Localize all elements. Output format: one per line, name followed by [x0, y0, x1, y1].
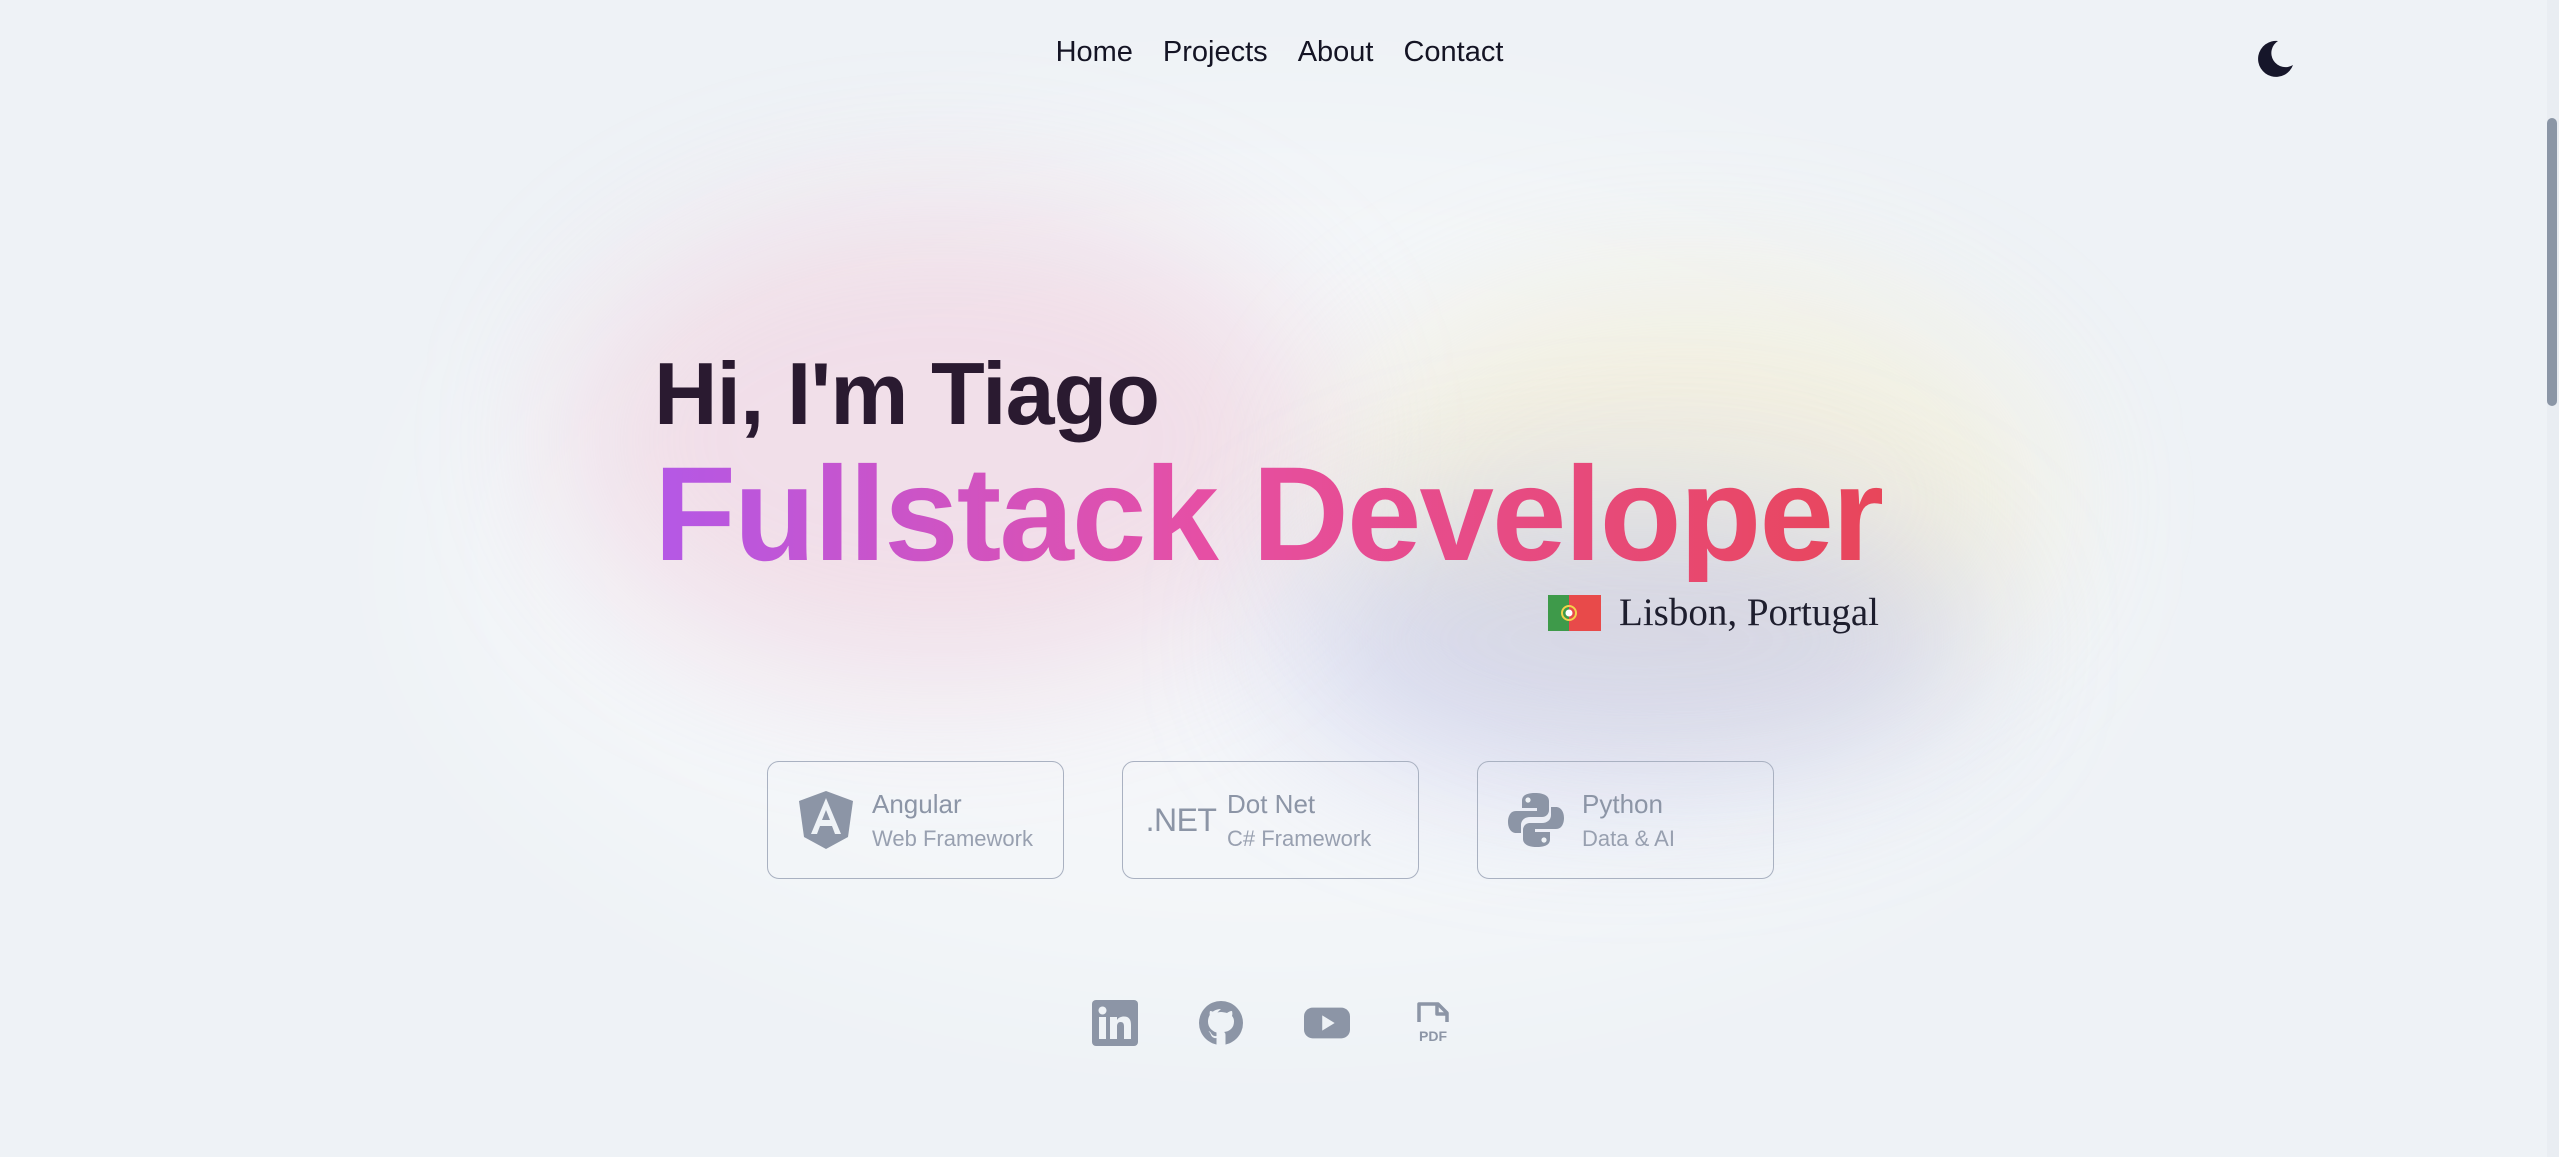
skill-subtitle: Web Framework — [872, 825, 1033, 851]
skill-text: Angular Web Framework — [872, 789, 1033, 852]
dotnet-icon-text: .NET — [1145, 801, 1217, 838]
location-text: Lisbon, Portugal — [1619, 591, 1879, 634]
hero-role-title: Fullstack Developer — [654, 440, 1884, 589]
main-nav: Home Projects About Contact — [0, 36, 2559, 69]
linkedin-icon — [1092, 1000, 1138, 1046]
social-links: PDF — [1092, 1000, 1456, 1046]
theme-toggle-button[interactable] — [2254, 38, 2296, 80]
nav-projects-link[interactable]: Projects — [1163, 36, 1268, 69]
nav-contact-link[interactable]: Contact — [1403, 36, 1503, 69]
github-icon — [1199, 1001, 1243, 1045]
nav-about-link[interactable]: About — [1298, 36, 1374, 69]
youtube-icon — [1304, 1007, 1350, 1039]
pdf-icon: PDF — [1417, 1002, 1449, 1044]
pdf-icon-label: PDF — [1419, 1028, 1447, 1044]
skills-list: Angular Web Framework .NET Dot Net C# Fr… — [767, 761, 1774, 879]
skill-subtitle: C# Framework — [1227, 825, 1372, 851]
skill-title: Dot Net — [1227, 788, 1316, 819]
skill-title: Angular — [872, 788, 962, 819]
skill-text: Dot Net C# Framework — [1227, 789, 1371, 852]
skill-title: Python — [1582, 788, 1663, 819]
skill-card-python[interactable]: Python Data & AI — [1477, 761, 1774, 879]
hero-section: Hi, I'm Tiago Fullstack Developer — [654, 344, 1884, 589]
angular-icon — [796, 790, 856, 850]
github-link[interactable] — [1198, 1000, 1244, 1046]
skill-text: Python Data & AI — [1582, 789, 1675, 852]
nav-home-link[interactable]: Home — [1056, 36, 1133, 69]
resume-pdf-link[interactable]: PDF — [1410, 1000, 1456, 1046]
skill-card-dotnet[interactable]: .NET Dot Net C# Framework — [1122, 761, 1419, 879]
scrollbar-thumb[interactable] — [2547, 118, 2557, 406]
skill-subtitle: Data & AI — [1582, 825, 1675, 851]
linkedin-link[interactable] — [1092, 1000, 1138, 1046]
moon-icon — [2258, 40, 2293, 77]
youtube-link[interactable] — [1304, 1000, 1350, 1046]
skill-card-angular[interactable]: Angular Web Framework — [767, 761, 1064, 879]
python-icon — [1506, 790, 1566, 850]
portugal-flag-icon — [1548, 594, 1601, 631]
hero-greeting: Hi, I'm Tiago — [654, 344, 1160, 443]
dotnet-icon: .NET — [1146, 790, 1217, 850]
location: Lisbon, Portugal — [1548, 590, 1879, 635]
